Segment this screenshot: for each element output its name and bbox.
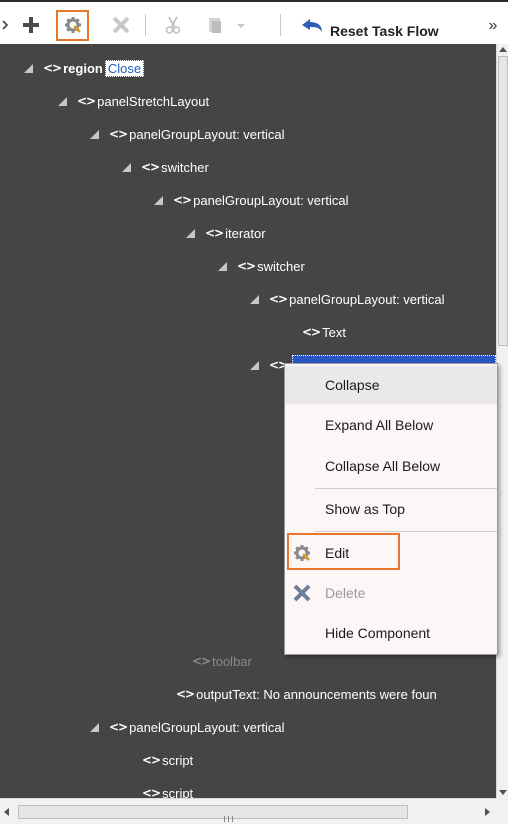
tree-node[interactable]: <> panelGroupLayout: vertical (90, 121, 284, 147)
menu-item-expand-all-below[interactable]: Expand All Below (285, 406, 497, 444)
scrollbar-corner (496, 798, 508, 824)
close-link[interactable]: Close (104, 59, 145, 77)
grip-icon (224, 816, 233, 822)
component-tag-icon: <> (192, 654, 211, 668)
expand-triangle-icon[interactable] (250, 360, 259, 370)
expand-triangle-icon[interactable] (218, 261, 227, 271)
expand-triangle-icon[interactable] (154, 195, 163, 205)
expand-triangle-icon[interactable] (24, 63, 33, 73)
menu-item-delete-label: Delete (325, 585, 366, 601)
component-tag-icon: <> (237, 259, 256, 273)
expand-triangle-icon[interactable] (90, 129, 99, 139)
tree-node[interactable]: <> panelStretchLayout (58, 88, 209, 114)
horizontal-scroll-thumb[interactable] (18, 805, 408, 822)
component-tag-icon: <> (176, 687, 195, 701)
reset-task-flow-button[interactable]: Reset Task Flow (330, 23, 439, 39)
toolbar-separator (280, 14, 281, 36)
component-tag-icon: <> (43, 61, 62, 75)
menu-item-collapse[interactable]: Collapse (285, 366, 497, 404)
toolbar-left-overflow-icon[interactable] (0, 16, 10, 34)
expand-triangle-icon[interactable] (90, 722, 99, 732)
expand-triangle-icon[interactable] (250, 294, 259, 304)
menu-item-hide-component[interactable]: Hide Component (285, 614, 497, 652)
paste-dropdown-chevron-icon[interactable] (232, 19, 250, 33)
close-icon (293, 584, 311, 605)
context-menu: Collapse Expand All Below Collapse All B… (284, 363, 498, 655)
edit-item-highlight (287, 533, 400, 570)
tree-node[interactable]: <> panelGroupLayout: vertical (154, 187, 348, 213)
menu-separator (315, 531, 497, 532)
cut-icon[interactable] (160, 13, 186, 37)
vertical-scroll-thumb[interactable] (498, 56, 508, 346)
menu-item-delete[interactable]: Delete (285, 574, 497, 612)
scroll-up-icon[interactable] (499, 47, 507, 52)
component-tag-icon: <> (142, 753, 161, 767)
tree-node[interactable]: <> script (142, 747, 193, 773)
component-tag-icon: <> (142, 786, 161, 798)
tree-node[interactable]: <> toolbar (192, 648, 252, 674)
menu-item-collapse-all-below[interactable]: Collapse All Below (285, 447, 497, 485)
toolbar: Reset Task Flow » (0, 0, 508, 44)
expand-triangle-icon[interactable] (186, 228, 195, 238)
component-tag-icon: <> (173, 193, 192, 207)
tree-node[interactable]: <> panelGroupLayout: vertical (250, 286, 444, 312)
toolbar-separator (145, 14, 146, 36)
component-tag-icon: <> (109, 127, 128, 141)
tree-node[interactable]: <> switcher (122, 154, 209, 180)
scroll-right-icon[interactable] (485, 808, 490, 816)
tree-node[interactable]: <> outputText: No announcements were fou… (176, 681, 437, 707)
expand-triangle-icon[interactable] (58, 96, 67, 106)
add-plus-icon[interactable] (18, 13, 44, 37)
scroll-down-icon[interactable] (499, 790, 507, 795)
toolbar-overflow-icon[interactable]: » (482, 15, 504, 37)
tree-node[interactable]: <> panelGroupLayout: vertical (90, 714, 284, 740)
tree-node-region[interactable]: <> region Close (24, 55, 145, 81)
tree-node[interactable]: <> switcher (218, 253, 305, 279)
component-tag-icon: <> (77, 94, 96, 108)
menu-item-show-as-top[interactable]: Show as Top (285, 490, 497, 528)
expand-triangle-icon[interactable] (122, 162, 131, 172)
gear-button-highlight (56, 10, 89, 41)
tree-node[interactable]: <> script (142, 780, 193, 799)
menu-separator (315, 488, 497, 489)
component-tag-icon: <> (205, 226, 224, 240)
tree-node[interactable]: <> iterator (186, 220, 266, 246)
component-tag-icon: <> (141, 160, 160, 174)
component-tag-icon: <> (302, 325, 321, 339)
paste-icon[interactable] (203, 13, 227, 37)
tree-node[interactable]: <> Text (302, 319, 346, 345)
scroll-left-icon[interactable] (4, 808, 9, 816)
reset-undo-icon[interactable] (298, 15, 326, 37)
delete-close-icon[interactable] (108, 13, 134, 37)
component-tag-icon: <> (269, 292, 288, 306)
horizontal-scrollbar[interactable] (0, 798, 496, 824)
component-tag-icon: <> (109, 720, 128, 734)
